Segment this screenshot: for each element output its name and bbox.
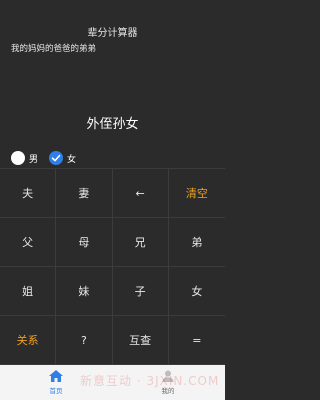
key-younger-brother[interactable]: 弟	[168, 218, 225, 267]
watermark: 新意互动 · 3JXIN.COM	[80, 374, 220, 388]
gender-selector: 男 女	[0, 148, 225, 168]
key-father[interactable]: 父	[0, 218, 57, 267]
key-elder-sister[interactable]: 姐	[0, 267, 57, 316]
calculator-display: 辈分计算器 我的妈妈的爸爸的弟弟 外侄孙女	[0, 0, 225, 148]
key-mother[interactable]: 母	[56, 218, 113, 267]
relation-expression: 我的妈妈的爸爸的弟弟	[11, 44, 97, 54]
home-icon	[49, 370, 63, 382]
gender-female-radio[interactable]: 女	[49, 151, 76, 165]
key-wife[interactable]: 妻	[56, 169, 113, 218]
key-clear[interactable]: 清空	[168, 169, 225, 218]
gender-female-label: 女	[67, 154, 77, 165]
tab-home[interactable]: 首页	[36, 369, 76, 395]
key-help[interactable]: ?	[56, 316, 113, 365]
key-elder-brother[interactable]: 兄	[112, 218, 169, 267]
gender-male-radio[interactable]: 男	[11, 151, 38, 165]
app-title: 辈分计算器	[87, 28, 138, 39]
key-husband[interactable]: 夫	[0, 169, 57, 218]
key-equals[interactable]: =	[168, 316, 225, 365]
keypad: 夫 妻 ← 清空 父 母 兄 弟 姐 妹 子 女 关系 ? 互查 =	[0, 168, 225, 365]
key-relation[interactable]: 关系	[0, 316, 57, 365]
gender-male-label: 男	[29, 154, 39, 165]
key-son[interactable]: 子	[112, 267, 169, 316]
app-screen: 辈分计算器 我的妈妈的爸爸的弟弟 外侄孙女 男 女 夫 妻 ← 清空 父 母 兄…	[0, 0, 225, 400]
radio-checked-icon	[49, 151, 63, 165]
key-daughter[interactable]: 女	[168, 267, 225, 316]
tab-home-label: 首页	[49, 387, 63, 395]
key-backspace[interactable]: ←	[112, 169, 169, 218]
key-reverse-lookup[interactable]: 互查	[112, 316, 169, 365]
key-younger-sister[interactable]: 妹	[56, 267, 113, 316]
radio-unchecked-icon	[11, 151, 25, 165]
result-text: 外侄孙女	[86, 117, 139, 132]
